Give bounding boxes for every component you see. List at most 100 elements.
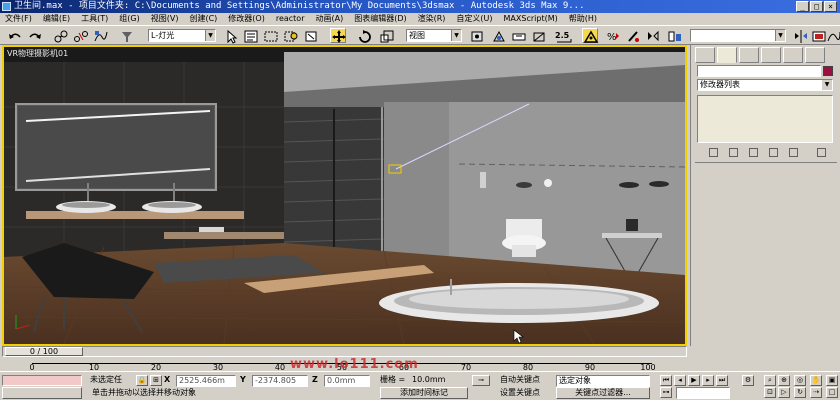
unlink-icon[interactable] [72, 28, 88, 43]
chevron-down-icon: ▼ [451, 30, 461, 41]
object-color-swatch[interactable] [823, 66, 833, 76]
layer-manager-icon[interactable] [810, 28, 826, 43]
z-coordinate-field[interactable]: 0.0mm [324, 375, 370, 387]
edit-named-selection-icon[interactable] [624, 28, 640, 43]
select-filter-icon[interactable] [118, 28, 134, 43]
menu-help[interactable]: 帮助(H) [564, 13, 603, 25]
menu-graph-editors[interactable]: 图表编辑器(D) [349, 13, 412, 25]
go-to-start-icon[interactable]: ⏮ [660, 375, 672, 386]
rectangular-selection-icon[interactable] [262, 28, 278, 43]
viewport-label[interactable]: VR物理摄影机01 [7, 48, 68, 59]
select-and-scale-icon[interactable] [378, 28, 394, 43]
undo-icon[interactable] [6, 28, 22, 43]
time-slider-thumb[interactable]: 0 / 100 [5, 347, 83, 356]
auto-key-label[interactable]: 自动关键点 [500, 374, 540, 386]
minimize-button[interactable]: _ [796, 1, 809, 12]
walk-through-icon[interactable]: ⇢ [810, 387, 822, 398]
lock-selection-icon[interactable]: 🔒 [136, 375, 148, 386]
set-key-button[interactable]: 设置关键点 [500, 387, 540, 399]
fov-icon[interactable]: ▷ [778, 387, 790, 398]
modifier-list-dropdown[interactable]: 修改器列表 ▼ [697, 79, 833, 91]
time-slider[interactable]: 0 / 100 [2, 346, 687, 357]
keyboard-shortcut-override-icon[interactable] [510, 28, 526, 43]
percent-snap-icon[interactable] [582, 28, 599, 43]
menu-maxscript[interactable]: MAXScript(M) [499, 13, 564, 25]
display-tab-icon[interactable] [783, 47, 803, 63]
window-crossing-icon[interactable] [282, 28, 298, 43]
configure-modifier-sets-icon[interactable] [789, 148, 798, 157]
select-and-rotate-icon[interactable] [356, 28, 372, 43]
maximize-viewport-icon[interactable]: ▣ [826, 375, 838, 386]
bind-to-space-warp-icon[interactable] [92, 28, 108, 43]
spinner-snap-icon[interactable]: % [604, 28, 620, 43]
select-object-icon[interactable] [222, 28, 238, 44]
x-coordinate-field[interactable]: 2525.466m [176, 375, 236, 387]
show-end-result-icon[interactable] [729, 148, 738, 157]
maxscript-listener-field[interactable] [2, 375, 82, 386]
menu-group[interactable]: 组(G) [114, 13, 145, 25]
menu-edit[interactable]: 编辑(E) [38, 13, 76, 25]
stack-options-icon[interactable] [817, 148, 826, 157]
selection-region-icon[interactable] [302, 28, 318, 43]
reference-coordinate-dropdown[interactable]: 视图 ▼ [406, 29, 462, 42]
menu-rendering[interactable]: 渲染(R) [413, 13, 452, 25]
arc-rotate-icon[interactable]: ↻ [794, 387, 806, 398]
curve-editor-icon[interactable] [826, 28, 840, 43]
go-to-end-icon[interactable]: ⏭ [716, 375, 728, 386]
previous-frame-icon[interactable]: ◂ [674, 375, 686, 386]
mirror-selected-icon[interactable] [792, 28, 808, 43]
time-config-icon[interactable]: ⚙ [742, 375, 754, 386]
select-and-move-icon[interactable] [330, 28, 346, 43]
chevron-down-icon: ▼ [775, 30, 785, 41]
zoom-icon[interactable]: ⌕ [764, 375, 776, 386]
pivot-center-icon[interactable] [468, 28, 484, 43]
menu-customize[interactable]: 自定义(U) [451, 13, 498, 25]
zoom-all-icon[interactable]: ⊕ [778, 375, 790, 386]
redo-icon[interactable] [26, 28, 42, 43]
y-coordinate-field[interactable]: -2374.805 [252, 375, 308, 387]
menu-create[interactable]: 创建(C) [184, 13, 223, 25]
utilities-tab-icon[interactable] [805, 47, 825, 63]
maximize-button[interactable]: □ [810, 1, 823, 12]
menu-tools[interactable]: 工具(T) [76, 13, 114, 25]
key-mode-icon[interactable]: ⊸ [472, 375, 490, 386]
add-time-tag-button[interactable]: 添加时间标记 [380, 387, 468, 399]
select-and-link-icon[interactable] [52, 28, 68, 43]
create-tab-icon[interactable] [695, 47, 715, 63]
min-max-toggle-icon[interactable]: □ [826, 387, 838, 398]
maxscript-mini-listener[interactable] [2, 387, 82, 399]
menu-views[interactable]: 视图(V) [146, 13, 185, 25]
named-selection-sets-dropdown[interactable]: ▼ [690, 29, 786, 42]
modify-tab-icon[interactable] [717, 47, 737, 63]
close-button[interactable]: × [824, 1, 837, 12]
menu-modifiers[interactable]: 修改器(O) [223, 13, 271, 25]
object-name-field[interactable] [697, 65, 821, 77]
hierarchy-tab-icon[interactable] [739, 47, 759, 63]
remove-modifier-icon[interactable] [769, 148, 778, 157]
zoom-extents-icon[interactable]: ⊡ [764, 387, 776, 398]
orbit-icon[interactable]: ◎ [794, 375, 806, 386]
select-and-manipulate-icon[interactable] [490, 28, 506, 43]
absolute-mode-icon[interactable]: ⊞ [150, 375, 162, 386]
menu-reactor[interactable]: reactor [271, 13, 311, 25]
select-by-name-icon[interactable] [242, 28, 258, 43]
camera-viewport[interactable]: VR物理摄影机01 [2, 45, 687, 346]
selected-object-dropdown[interactable]: 选定对象 [556, 375, 650, 387]
motion-tab-icon[interactable] [761, 47, 781, 63]
menu-animation[interactable]: 动画(A) [310, 13, 349, 25]
align-icon[interactable] [666, 28, 682, 43]
key-filters-button[interactable]: 关键点过滤器... [556, 387, 650, 399]
make-unique-icon[interactable] [749, 148, 758, 157]
angle-snap-icon[interactable]: 2.5 [553, 28, 573, 43]
pin-stack-icon[interactable] [709, 148, 718, 157]
menu-file[interactable]: 文件(F) [0, 13, 38, 25]
next-frame-icon[interactable]: ▸ [702, 375, 714, 386]
current-frame-field[interactable] [676, 387, 730, 399]
key-mode-toggle-icon[interactable]: ⊶ [660, 387, 672, 398]
modifier-stack[interactable] [697, 95, 833, 143]
play-icon[interactable]: ▶ [688, 375, 700, 386]
selection-filter-dropdown[interactable]: L-灯光 ▼ [148, 29, 216, 42]
snaps-toggle-icon[interactable] [530, 28, 546, 43]
mirror-icon[interactable] [644, 28, 660, 43]
pan-icon[interactable]: ✋ [810, 375, 822, 386]
